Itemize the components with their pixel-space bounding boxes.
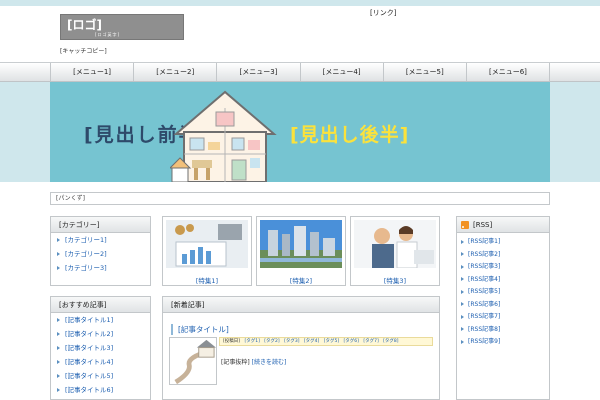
feature-caption-3: [特集3] [383, 277, 407, 285]
new-articles-panel: [新着記事] [記事タイトル] [投稿日] [タグ1] [タグ2] [タグ3] … [162, 296, 440, 400]
feature-card-finance[interactable]: [特集1] [162, 216, 252, 286]
recommended-item-6[interactable]: [記事タイトル6] [51, 383, 150, 397]
rss-item-7[interactable]: [RSS記事7] [457, 312, 549, 321]
article-tag-4[interactable]: [タグ4] [304, 339, 319, 344]
category-item-2[interactable]: [カテゴリー2] [51, 247, 150, 261]
article-tag-8[interactable]: [タグ8] [383, 339, 398, 344]
site-tagline: [キャッチコピー] [60, 48, 107, 55]
nav-item-3[interactable]: [メニュー3] [217, 63, 301, 81]
top-stripe [0, 0, 600, 6]
feature-card-consultation[interactable]: [特集3] [350, 216, 440, 286]
rss-item-8[interactable]: [RSS記事8] [457, 325, 549, 334]
article-excerpt: [記事抜粋] [続きを読む] [221, 357, 286, 366]
article-tag-1[interactable]: [タグ1] [244, 339, 259, 344]
category-widget: [カテゴリー] [カテゴリー1] [カテゴリー2] [カテゴリー3] [50, 216, 151, 286]
category-list: [カテゴリー1] [カテゴリー2] [カテゴリー3] [51, 233, 150, 275]
rss-widget-title: [RSS] [473, 220, 493, 229]
rss-list: [RSS記事1] [RSS記事2] [RSS記事3] [RSS記事4] [RSS… [457, 233, 549, 346]
feature-card-city[interactable]: [特集2] [256, 216, 346, 286]
city-photo-icon [260, 220, 342, 268]
rss-item-1[interactable]: [RSS記事1] [457, 237, 549, 246]
main-navigation: [メニュー1] [メニュー2] [メニュー3] [メニュー4] [メニュー5] … [0, 62, 600, 82]
nav-item-2[interactable]: [メニュー2] [134, 63, 218, 81]
article-meta: [投稿日] [タグ1] [タグ2] [タグ3] [タグ4] [タグ5] [タグ6… [219, 337, 433, 346]
article-house-thumbnail-icon [169, 337, 217, 385]
consultation-photo-icon [354, 220, 436, 269]
article-tag-2[interactable]: [タグ2] [264, 339, 279, 344]
rss-item-3[interactable]: [RSS記事3] [457, 262, 549, 271]
recommended-widget-title: [おすすめ記事] [51, 297, 150, 313]
article-title-link[interactable]: [記事タイトル] [171, 324, 229, 335]
article-tag-3[interactable]: [タグ3] [284, 339, 299, 344]
logo-subtext: [ロゴ英字] [95, 32, 121, 37]
new-articles-title: [新着記事] [163, 297, 439, 313]
article-excerpt-text: [記事抜粋] [221, 359, 250, 366]
rss-item-2[interactable]: [RSS記事2] [457, 250, 549, 259]
article-tag-6[interactable]: [タグ6] [344, 339, 359, 344]
recommended-item-1[interactable]: [記事タイトル1] [51, 313, 150, 327]
category-widget-title: [カテゴリー] [51, 217, 150, 233]
finance-photo-icon [166, 220, 248, 268]
article-date: [投稿日] [223, 339, 241, 344]
nav-item-6[interactable]: [メニュー6] [467, 63, 551, 81]
rss-item-9[interactable]: [RSS記事9] [457, 337, 549, 346]
read-more-link[interactable]: [続きを読む] [252, 359, 287, 366]
logo-text: [ロゴ] [67, 18, 102, 32]
article-tag-5[interactable]: [タグ5] [324, 339, 339, 344]
nav-item-1[interactable]: [メニュー1] [51, 63, 135, 81]
top-header-link[interactable]: [リンク] [370, 8, 396, 18]
recommended-widget: [おすすめ記事] [記事タイトル1] [記事タイトル2] [記事タイトル3] [… [50, 296, 151, 400]
nav-item-5[interactable]: [メニュー5] [384, 63, 467, 81]
rss-item-4[interactable]: [RSS記事4] [457, 275, 549, 284]
recommended-list: [記事タイトル1] [記事タイトル2] [記事タイトル3] [記事タイトル4] … [51, 313, 150, 397]
rss-widget: [RSS] [RSS記事1] [RSS記事2] [RSS記事3] [RSS記事4… [456, 216, 550, 400]
recommended-item-4[interactable]: [記事タイトル4] [51, 355, 150, 369]
feature-caption-1: [特集1] [195, 277, 219, 285]
site-logo[interactable]: [ロゴ] [ロゴ英字] [60, 14, 184, 40]
category-item-1[interactable]: [カテゴリー1] [51, 233, 150, 247]
article-tag-7[interactable]: [タグ7] [363, 339, 378, 344]
hero-banner: [見出し前半] [見出し後半] [50, 82, 550, 182]
rss-item-6[interactable]: [RSS記事6] [457, 300, 549, 309]
recommended-item-3[interactable]: [記事タイトル3] [51, 341, 150, 355]
rss-widget-header: [RSS] [457, 217, 549, 233]
rss-item-5[interactable]: [RSS記事5] [457, 287, 549, 296]
hero-headline-right: [見出し後半] [290, 124, 410, 146]
feature-caption-2: [特集2] [289, 277, 313, 285]
breadcrumb: [パンくず] [50, 192, 550, 205]
nav-item-4[interactable]: [メニュー4] [301, 63, 384, 81]
rss-icon [461, 220, 469, 229]
category-item-3[interactable]: [カテゴリー3] [51, 261, 150, 275]
recommended-item-5[interactable]: [記事タイトル5] [51, 369, 150, 383]
house-illustration-icon [170, 90, 277, 182]
recommended-item-2[interactable]: [記事タイトル2] [51, 327, 150, 341]
